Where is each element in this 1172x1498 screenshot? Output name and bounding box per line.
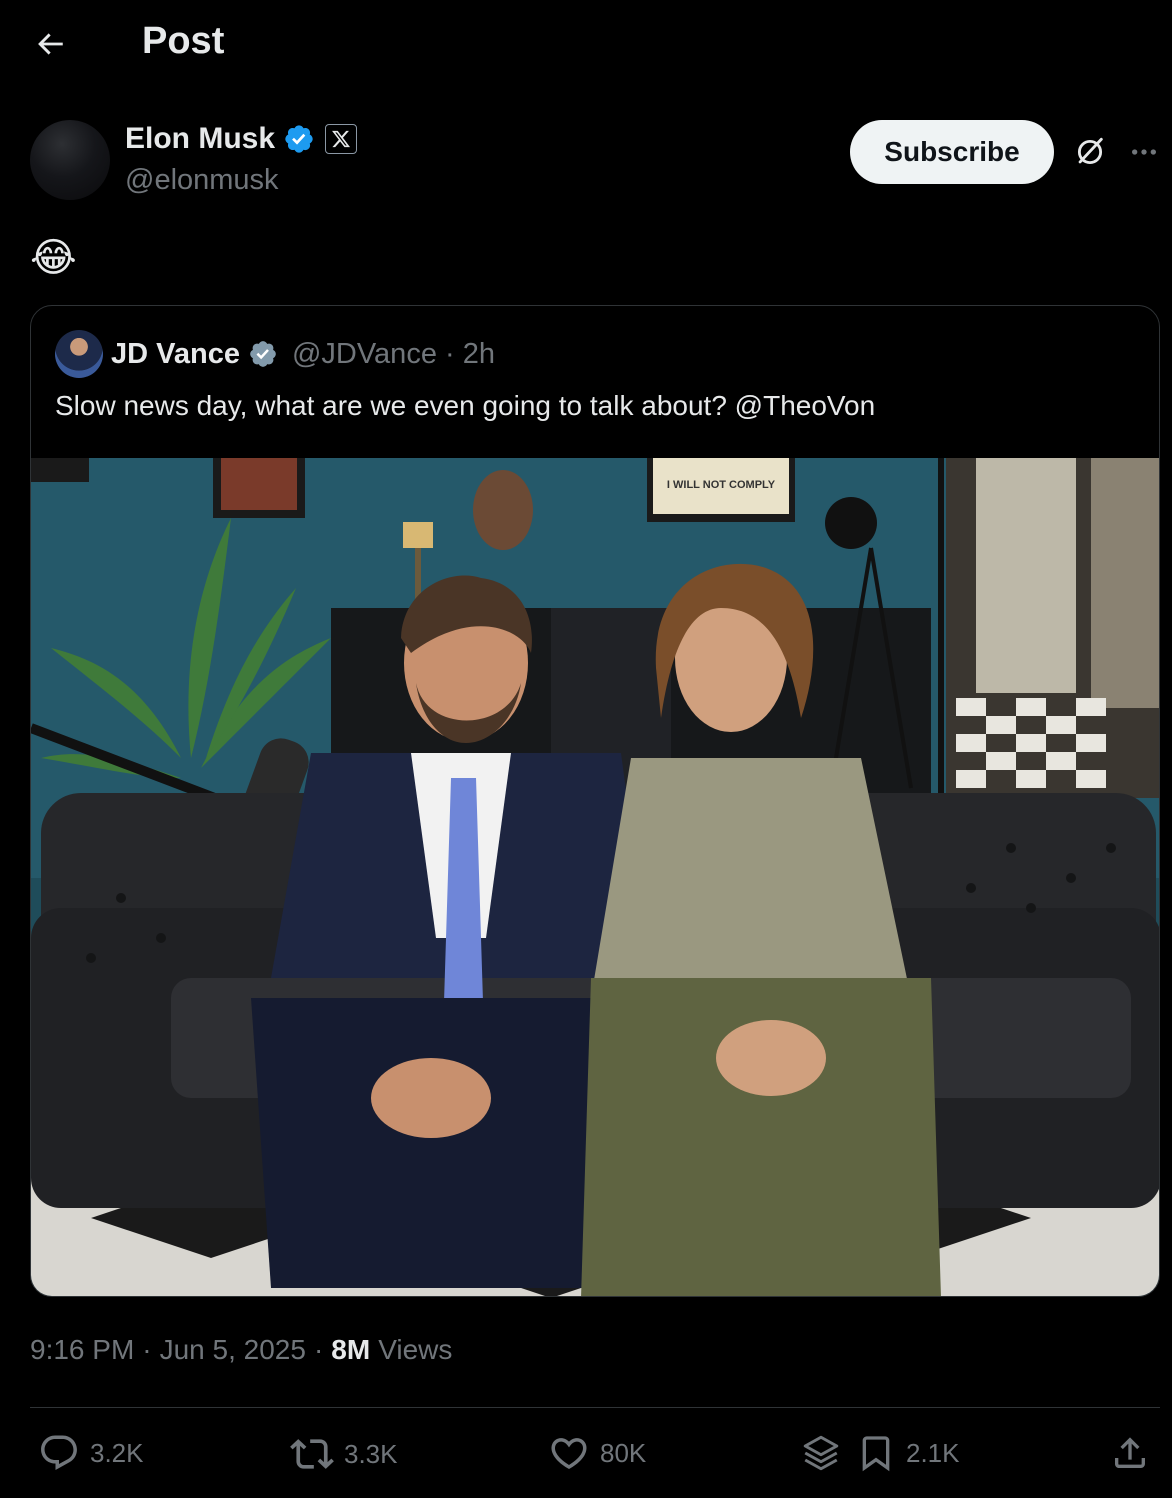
share-icon [1115,1437,1145,1468]
reply-button[interactable]: 3.2K [38,1432,144,1474]
back-button[interactable] [30,24,70,64]
more-icon [1132,149,1156,155]
back-arrow-icon [38,33,63,55]
grok-stack-icon [803,1435,839,1471]
author-name-row: Elon Musk [125,122,358,156]
author-avatar[interactable] [30,120,110,200]
x-affiliation-badge[interactable] [325,124,358,154]
grok-icon [1077,137,1103,165]
views-label: Views [378,1334,453,1365]
like-button[interactable]: 80K [548,1432,646,1474]
meta-separator: · [142,1334,152,1365]
subscribe-button[interactable]: Subscribe [850,120,1054,184]
repost-icon [290,1439,334,1469]
grok-analyze-button[interactable] [800,1432,842,1474]
quoted-post-text: Slow news day, what are we even going to… [55,390,876,421]
like-count: 80K [600,1437,647,1468]
quoted-author-handle[interactable]: @JDVance · 2h [292,338,495,371]
quoted-post-photo[interactable]: I WILL NOT COMPLY [31,458,1159,1296]
author-handle[interactable]: @elonmusk [125,164,279,197]
views-count: 8M [331,1334,371,1365]
post-author: Elon Musk @elonmusk Subscribe [30,120,1160,210]
post-meta: 9:16 PM · Jun 5, 2025 · 8M Views [30,1334,452,1366]
post-date[interactable]: Jun 5, 2025 [160,1334,306,1366]
share-button[interactable] [1110,1432,1150,1474]
action-bar: 3.2K 3.3K 80K 2.1K [0,1420,1172,1490]
author-name[interactable]: Elon Musk [125,122,275,156]
photo-illustration: I WILL NOT COMPLY [31,458,1159,1296]
x-logo-icon [332,130,351,148]
repost-count: 3.3K [344,1438,398,1469]
page-title: Post [142,20,225,62]
bookmark-count: 2.1K [906,1437,960,1468]
bookmark-button[interactable]: 2.1K [856,1432,960,1474]
reply-count: 3.2K [90,1437,144,1468]
photo-sign-text: I WILL NOT COMPLY [667,479,776,491]
reply-icon [41,1435,77,1470]
quoted-author-avatar[interactable] [55,330,103,378]
quoted-post-header: JD Vance @JDVance · 2h [55,330,495,378]
quoted-post[interactable]: JD Vance @JDVance · 2h Slow news day, wh… [30,305,1160,1297]
verified-icon [285,125,313,153]
grok-button[interactable] [1070,132,1110,172]
more-options-button[interactable] [1124,132,1164,172]
top-bar: Post [0,0,1172,86]
like-icon [551,1438,587,1470]
post-time[interactable]: 9:16 PM [30,1334,134,1366]
divider [30,1407,1160,1408]
quoted-author-name[interactable]: JD Vance [111,338,240,371]
post-text: 😂 [30,236,77,280]
bookmark-icon [862,1436,890,1472]
meta-separator: · [313,1334,324,1365]
repost-button[interactable]: 3.3K [290,1432,398,1476]
verified-icon [250,341,276,367]
